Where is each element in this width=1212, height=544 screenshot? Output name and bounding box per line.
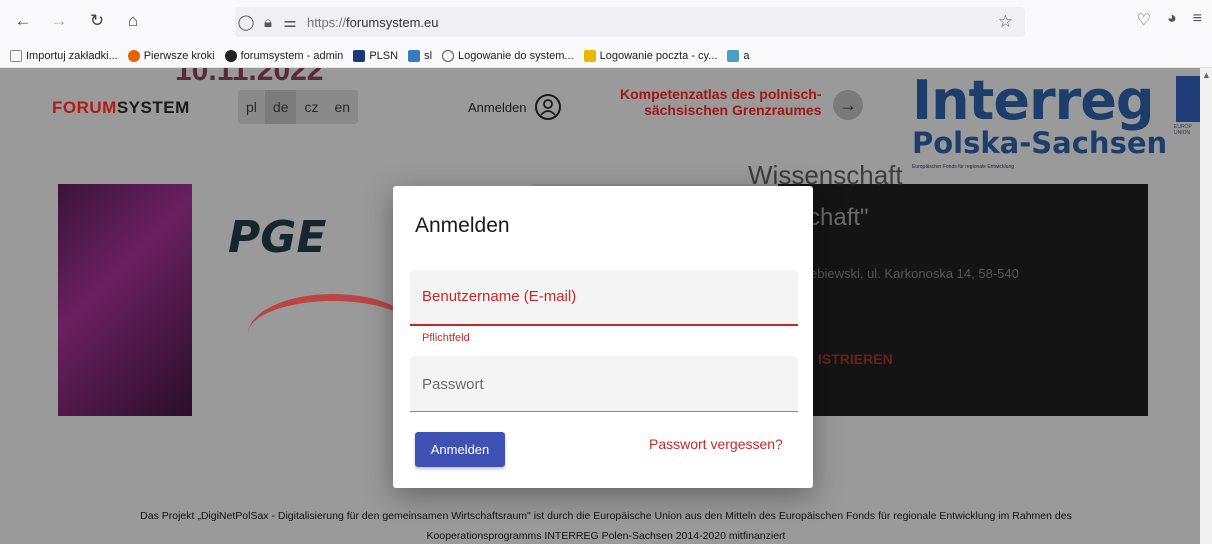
login-dialog: Anmelden Benutzername (E-mail) Pflichtfe… [393, 186, 813, 488]
header-login-label: Anmelden [468, 99, 527, 115]
bookmark-label: Logowanie poczta - cy... [599, 49, 718, 62]
pge-logo: PGE [228, 212, 327, 263]
username-placeholder: Benutzername (E-mail) [422, 288, 577, 305]
menu-icon[interactable]: ≡ [1193, 10, 1202, 30]
url-text[interactable]: https://forumsystem.eu [307, 15, 439, 30]
kompetenzatlas-link[interactable]: Kompetenzatlas des polnisch- sächsischen… [620, 86, 821, 118]
password-field[interactable]: Passwort [410, 356, 798, 412]
lock-icon[interactable]: 🔒︎ [257, 14, 279, 31]
atlas-line-1: Kompetenzatlas des polnisch- [620, 86, 822, 102]
footer-line-1: Das Projekt „DigiNetPolSax - Digitalisie… [140, 510, 1072, 522]
bookmark-sl[interactable]: sl [408, 49, 433, 62]
eu-text: EUROP UNION [1174, 124, 1192, 136]
address-bar[interactable]: ◯ 🔒︎ ⚌ https://forumsystem.eu ☆ [235, 7, 1025, 37]
header-login-link[interactable]: Anmelden [468, 94, 561, 120]
lightning-image [58, 184, 192, 416]
banner-date: 10.11.2022 [175, 68, 324, 87]
bookmark-label: a [743, 49, 750, 62]
bookmark-logowanie-system[interactable]: Logowanie do system... [442, 49, 574, 62]
bookmark-label: PLSN [369, 49, 399, 62]
bookmark-label: Pierwsze kroki [143, 49, 215, 62]
back-icon[interactable]: ← [10, 8, 36, 34]
dialog-title: Anmelden [415, 214, 510, 237]
bookmark-label: forumsystem - admin [240, 49, 344, 62]
atlas-line-2: sächsischen Grenzraumes [644, 102, 822, 118]
bookmark-logowanie-poczta[interactable]: Logowanie poczta - cy... [583, 49, 718, 62]
bookmark-import[interactable]: Importuj zakładki... [10, 49, 118, 62]
bookmark-label: Importuj zakładki... [26, 49, 118, 62]
bookmark-label: Logowanie do system... [458, 49, 574, 62]
plsn-icon [353, 49, 366, 62]
bookmark-star-icon[interactable]: ☆ [998, 12, 1013, 32]
password-placeholder: Passwort [422, 376, 484, 393]
reload-icon[interactable]: ↻ [84, 8, 110, 34]
url-domain: forumsystem.eu [346, 14, 439, 30]
lang-pl[interactable]: pl [238, 90, 265, 124]
interreg-logo: Interreg Polska-Sachsen Europäischer Fon… [912, 69, 1168, 171]
footer-line-2: Kooperationsprogramms INTERREG Polen-Sac… [426, 530, 786, 542]
login-submit-button[interactable]: Anmelden [415, 432, 505, 467]
extension-icon[interactable]: ◕ [1167, 10, 1177, 30]
bookmark-plsn[interactable]: PLSN [353, 49, 399, 62]
toolbar-right-icons: ♡ ◕ ≡ [1137, 10, 1202, 30]
bookmark-forumsystem-admin[interactable]: forumsystem - admin [224, 49, 344, 62]
puzzle-icon [727, 49, 740, 62]
bookmark-a[interactable]: a [727, 49, 750, 62]
sl-icon [408, 49, 421, 62]
site-favicon-icon [224, 49, 237, 62]
home-icon[interactable]: ⌂ [120, 8, 146, 34]
shield-icon[interactable]: ◯ [235, 13, 257, 31]
poczta-icon [583, 49, 596, 62]
globe-icon [442, 49, 455, 62]
language-switcher: pl de cz en [238, 90, 359, 124]
lang-de[interactable]: de [264, 90, 297, 124]
permissions-icon[interactable]: ⚌ [279, 13, 301, 31]
url-prefix: https:// [307, 14, 347, 30]
user-icon [534, 94, 561, 120]
interreg-caption: Europäischer Fonds für regionale Entwick… [912, 164, 1014, 170]
bookmark-label: sl [424, 49, 433, 62]
footer-funding-text: Das Projekt „DigiNetPolSax - Digitalisie… [0, 506, 1212, 544]
banner-address: ebiewski, ul. Karkonoska 14, 58-540 [810, 266, 1019, 281]
scroll-up-icon[interactable]: ▲ [1202, 70, 1211, 80]
lang-cz[interactable]: cz [296, 90, 326, 124]
username-field[interactable]: Benutzername (E-mail) [410, 270, 798, 326]
interreg-subtitle: Polska-Sachsen [912, 126, 1168, 160]
interreg-title: Interreg [912, 69, 1155, 132]
pocket-icon[interactable]: ♡ [1137, 10, 1151, 30]
forumsystem-logo[interactable]: FORUMSYSTEM [52, 98, 190, 118]
browser-toolbar: ← → ↻ ⌂ ◯ 🔒︎ ⚌ https://forumsystem.eu ☆ … [0, 0, 1212, 44]
lang-en[interactable]: en [326, 90, 358, 124]
forward-icon[interactable]: → [46, 8, 72, 34]
import-icon [10, 49, 22, 62]
eu-text-line-2: UNION [1174, 130, 1191, 136]
bookmark-first-steps[interactable]: Pierwsze kroki [127, 49, 215, 62]
page-scrollbar[interactable]: ▲ [1200, 68, 1212, 544]
bookmarks-bar: Importuj zakładki... Pierwsze kroki foru… [0, 44, 1212, 68]
arrow-right-icon[interactable]: → [833, 90, 863, 120]
forgot-password-link[interactable]: Passwort vergessen? [649, 436, 783, 452]
banner-register-link[interactable]: ISTRIEREN [818, 351, 893, 367]
username-error-text: Pflichtfeld [422, 332, 470, 344]
logo-red-part: FORUM [52, 98, 117, 117]
logo-dark-part: SYSTEM [116, 98, 190, 117]
firefox-icon [127, 49, 140, 62]
